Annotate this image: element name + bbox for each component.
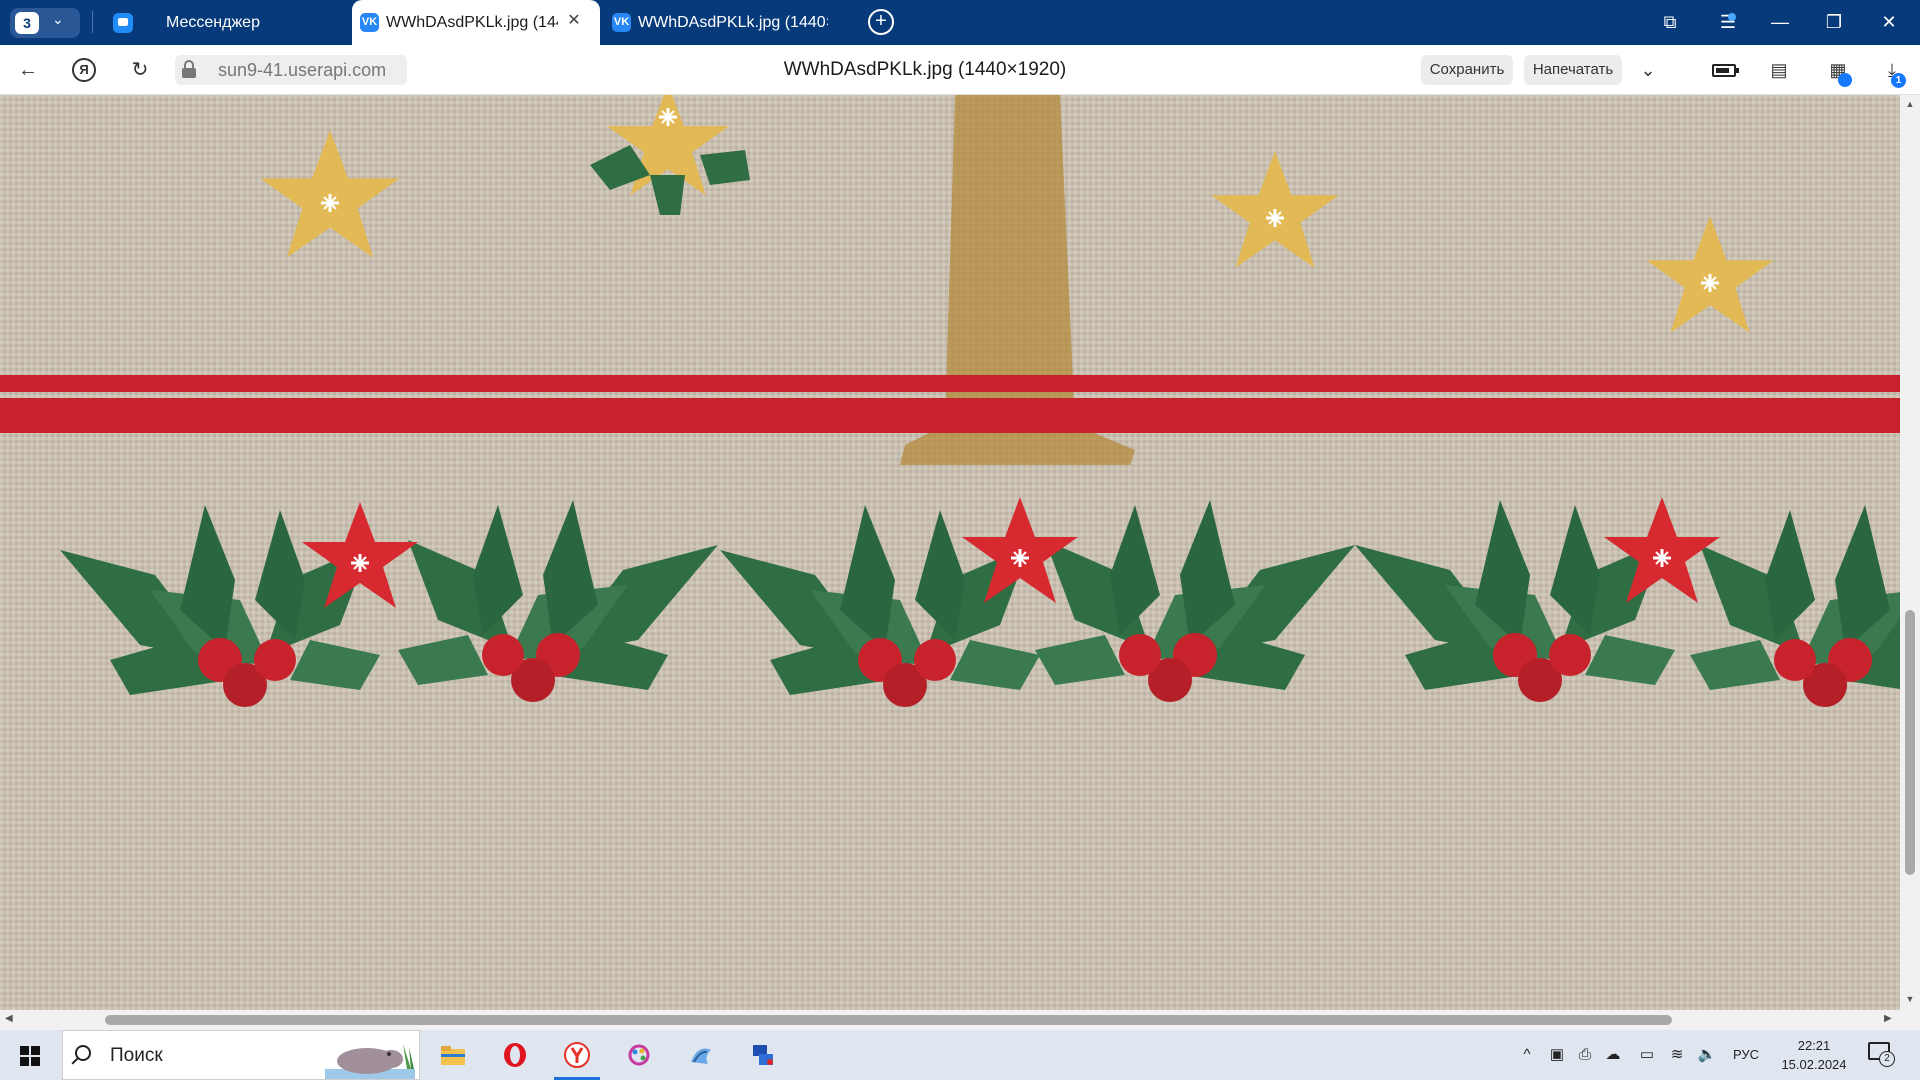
taskbar-search[interactable]: Поиск: [62, 1030, 420, 1080]
messenger-icon: [113, 13, 133, 33]
scroll-up-icon[interactable]: ▲: [1904, 99, 1916, 109]
taskbar-opera[interactable]: [486, 1030, 544, 1080]
speaker-icon[interactable]: 🔈: [1696, 1045, 1718, 1065]
antivirus-icon[interactable]: ▣: [1546, 1045, 1568, 1065]
downloads-badge: 1: [1891, 73, 1906, 88]
tab-label: WWhDAsdPKLk.jpg (1440×1920): [386, 14, 558, 31]
clock-time: 22:21: [1797, 1038, 1831, 1053]
windows-taskbar: Поиск ^ ▣ ⎙ ☁ ▭ ≋ 🔈 РУС 22:21 15.02.2024…: [0, 1030, 1920, 1080]
shell-icon: [691, 1048, 711, 1064]
scroll-left-icon[interactable]: ◀: [5, 1013, 13, 1024]
red-band-thin: [0, 375, 1900, 392]
notification-dot: [1728, 13, 1736, 21]
embroidery-image: [0, 95, 1900, 1010]
vk-icon: VK: [360, 13, 379, 32]
notifications-button[interactable]: 2: [1868, 1042, 1895, 1067]
network-computer-icon: [753, 1045, 773, 1065]
tab-messenger[interactable]: Мессенджер: [98, 0, 348, 45]
yandex-icon[interactable]: Я: [72, 58, 96, 82]
device-icon[interactable]: ⎙: [1574, 1045, 1596, 1065]
wifi-icon[interactable]: ≋: [1666, 1045, 1688, 1065]
menu-icon[interactable]: ☰: [1710, 8, 1746, 36]
tab-image[interactable]: VK WWhDAsdPKLk.jpg (1440×1920): [604, 0, 844, 45]
restore-button[interactable]: ❐: [1816, 8, 1852, 36]
taskbar-file-explorer[interactable]: [424, 1030, 482, 1080]
vk-icon: VK: [612, 13, 631, 32]
chevron-down-icon[interactable]: ⌄: [1634, 57, 1662, 83]
notifications-count: 2: [1879, 1051, 1895, 1067]
clock-date: 15.02.2024: [1781, 1057, 1847, 1072]
battery-icon[interactable]: ▭: [1636, 1045, 1658, 1065]
cloud-icon[interactable]: ☁: [1602, 1045, 1624, 1065]
battery-saver-icon[interactable]: [1712, 64, 1739, 77]
scroll-right-icon[interactable]: ▶: [1884, 1013, 1892, 1024]
reading-mode-icon[interactable]: ▤: [1765, 57, 1793, 83]
scroll-down-icon[interactable]: ▼: [1904, 994, 1916, 1004]
red-band-thick: [0, 398, 1900, 433]
close-tab-icon[interactable]: ✕: [565, 12, 583, 30]
browser-tab-bar: 3 ⌄ Мессенджер VK WWhDAsdPKLk.jpg (1440×…: [0, 0, 1920, 45]
check-badge: [1838, 73, 1852, 87]
address-bar: ← Я ↻ sun9-41.userapi.com WWhDAsdPKLk.jp…: [0, 45, 1920, 95]
tab-group-count: 3: [15, 12, 39, 34]
scrollbar-corner: [1900, 1010, 1920, 1030]
search-placeholder: Поиск: [110, 1045, 163, 1066]
taskbar-network-app[interactable]: [734, 1030, 792, 1080]
collections-icon[interactable]: ⧉: [1652, 8, 1688, 36]
image-viewer[interactable]: [0, 95, 1900, 1010]
horizontal-scroll-thumb[interactable]: [105, 1015, 1672, 1025]
tab-group-button[interactable]: 3 ⌄: [10, 8, 80, 38]
url-text[interactable]: sun9-41.userapi.com: [218, 60, 386, 81]
tab-label: Мессенджер: [166, 14, 260, 31]
language-indicator[interactable]: РУС: [1733, 1047, 1759, 1062]
vertical-scrollbar[interactable]: ▲ ▼: [1900, 95, 1920, 1010]
tab-label: WWhDAsdPKLk.jpg (1440×1920): [638, 14, 828, 31]
hippo-illustration-icon: [325, 1044, 415, 1079]
chevron-up-icon[interactable]: ^: [1516, 1045, 1538, 1065]
minimize-button[interactable]: —: [1762, 8, 1798, 36]
search-icon: [75, 1045, 91, 1061]
windows-start-icon[interactable]: [20, 1046, 40, 1066]
yandex-browser-icon: [564, 1042, 590, 1068]
palette-icon: [628, 1044, 650, 1066]
taskbar-yandex-browser[interactable]: [548, 1030, 606, 1080]
tab-separator: [92, 11, 93, 33]
save-button[interactable]: Сохранить: [1421, 55, 1513, 85]
folder-icon: [441, 1046, 465, 1065]
taskbar-app-blue[interactable]: [672, 1030, 730, 1080]
horizontal-scrollbar[interactable]: ◀ ▶: [0, 1010, 1900, 1030]
taskbar-paint-app[interactable]: [610, 1030, 668, 1080]
reload-button[interactable]: ↻: [124, 55, 156, 85]
page-title: WWhDAsdPKLk.jpg (1440×1920): [783, 59, 1067, 80]
chevron-down-icon: ⌄: [52, 11, 64, 27]
print-button[interactable]: Напечатать: [1524, 55, 1622, 85]
new-tab-button[interactable]: +: [868, 9, 894, 35]
tab-image-active[interactable]: VK WWhDAsdPKLk.jpg (1440×1920) ✕: [352, 0, 600, 45]
clock[interactable]: 22:21 15.02.2024: [1773, 1036, 1855, 1074]
vertical-scroll-thumb[interactable]: [1905, 610, 1915, 875]
back-button[interactable]: ←: [12, 55, 44, 85]
opera-icon: [504, 1043, 526, 1067]
lock-icon: [182, 60, 196, 78]
close-window-button[interactable]: ✕: [1871, 8, 1907, 36]
